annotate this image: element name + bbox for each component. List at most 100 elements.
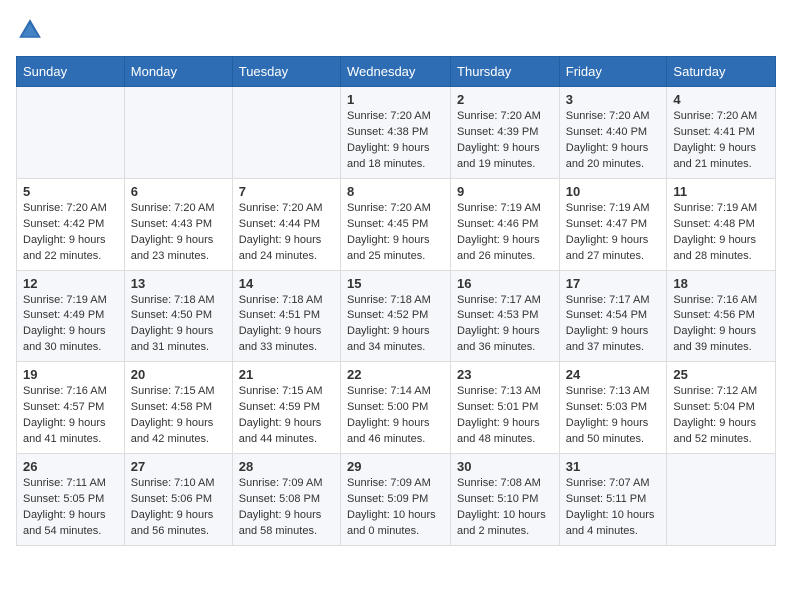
day-number: 5 [23, 184, 118, 199]
cell-content: Sunrise: 7:19 AMSunset: 4:47 PMDaylight:… [566, 201, 661, 265]
cell-text-line: Daylight: 9 hours and 21 minutes. [673, 141, 769, 173]
day-number: 1 [347, 92, 444, 107]
page-header [16, 16, 776, 44]
day-number: 18 [673, 276, 769, 291]
cell-content: Sunrise: 7:20 AMSunset: 4:40 PMDaylight:… [566, 109, 661, 173]
calendar-cell: 30 Sunrise: 7:08 AMSunset: 5:10 PMDayligh… [451, 454, 560, 546]
cell-content: Sunrise: 7:11 AMSunset: 5:05 PMDaylight:… [23, 476, 118, 540]
calendar-week-row: 12Sunrise: 7:19 AMSunset: 4:49 PMDayligh… [17, 270, 776, 362]
calendar-cell [667, 454, 776, 546]
day-of-week-header: Thursday [451, 57, 560, 87]
cell-text-line: Sunrise: 7:14 AM [347, 384, 444, 400]
calendar-cell: 20Sunrise: 7:15 AMSunset: 4:58 PMDayligh… [124, 362, 232, 454]
calendar-cell [232, 87, 340, 179]
cell-content: Sunrise: 7:08 AMSunset: 5:10 PMDaylight:… [457, 476, 553, 540]
cell-text-line: Sunrise: 7:11 AM [23, 476, 118, 492]
cell-text-line: Daylight: 9 hours and 44 minutes. [239, 416, 334, 448]
cell-text-line: Sunset: 5:00 PM [347, 400, 444, 416]
calendar-cell: 18 Sunrise: 7:16 AMSunset: 4:56 PMDayligh… [667, 270, 776, 362]
cell-text-line: Sunrise: 7:17 AM [457, 293, 553, 309]
calendar-cell: 29Sunrise: 7:09 AMSunset: 5:09 PMDayligh… [341, 454, 451, 546]
day-number: 21 [239, 367, 334, 382]
cell-text-line: Sunrise: 7:18 AM [347, 293, 444, 309]
calendar-cell: 16Sunrise: 7:17 AMSunset: 4:53 PMDayligh… [451, 270, 560, 362]
cell-text-line: Sunset: 4:38 PM [347, 125, 444, 141]
cell-text-line: Sunset: 4:49 PM [23, 308, 118, 324]
cell-text-line: Sunrise: 7:20 AM [239, 201, 334, 217]
cell-content: Sunrise: 7:20 AMSunset: 4:38 PMDaylight:… [347, 109, 444, 173]
cell-text-line: Sunset: 4:56 PM [673, 308, 769, 324]
cell-text-line: Sunrise: 7:12 AM [673, 384, 769, 400]
cell-text-line: Daylight: 9 hours and 18 minutes. [347, 141, 444, 173]
day-of-week-header: Wednesday [341, 57, 451, 87]
cell-text-line: Sunrise: 7:19 AM [566, 201, 661, 217]
calendar-week-row: 26 Sunrise: 7:11 AMSunset: 5:05 PMDayligh… [17, 454, 776, 546]
calendar-cell: 14 Sunrise: 7:18 AMSunset: 4:51 PMDayligh… [232, 270, 340, 362]
cell-content: Sunrise: 7:20 AMSunset: 4:41 PMDaylight:… [673, 109, 769, 173]
cell-text-line: Daylight: 9 hours and 20 minutes. [566, 141, 661, 173]
cell-text-line: Sunrise: 7:09 AM [347, 476, 444, 492]
cell-text-line: Daylight: 9 hours and 56 minutes. [131, 508, 226, 540]
day-number: 25 [673, 367, 769, 382]
cell-text-line: Sunrise: 7:20 AM [131, 201, 226, 217]
cell-text-line: Sunset: 4:57 PM [23, 400, 118, 416]
cell-content: Sunrise: 7:07 AMSunset: 5:11 PMDaylight:… [566, 476, 661, 540]
calendar-cell: 26 Sunrise: 7:11 AMSunset: 5:05 PMDayligh… [17, 454, 125, 546]
day-number: 6 [131, 184, 226, 199]
day-number: 14 [239, 276, 334, 291]
calendar-cell: 1 Sunrise: 7:20 AMSunset: 4:38 PMDaylight… [341, 87, 451, 179]
cell-text-line: Sunrise: 7:15 AM [239, 384, 334, 400]
cell-text-line: Sunset: 5:04 PM [673, 400, 769, 416]
cell-text-line: Sunrise: 7:20 AM [457, 109, 553, 125]
cell-text-line: Sunrise: 7:16 AM [673, 293, 769, 309]
cell-text-line: Sunrise: 7:20 AM [566, 109, 661, 125]
cell-text-line: Sunset: 5:11 PM [566, 492, 661, 508]
cell-text-line: Sunrise: 7:13 AM [457, 384, 553, 400]
calendar-week-row: 19 Sunrise: 7:16 AMSunset: 4:57 PMDayligh… [17, 362, 776, 454]
cell-text-line: Daylight: 9 hours and 36 minutes. [457, 324, 553, 356]
cell-text-line: Sunset: 4:43 PM [131, 217, 226, 233]
cell-text-line: Sunset: 4:53 PM [457, 308, 553, 324]
cell-text-line: Sunset: 5:10 PM [457, 492, 553, 508]
cell-text-line: Daylight: 9 hours and 37 minutes. [566, 324, 661, 356]
day-number: 24 [566, 367, 661, 382]
cell-text-line: Sunrise: 7:07 AM [566, 476, 661, 492]
cell-content: Sunrise: 7:18 AMSunset: 4:51 PMDaylight:… [239, 293, 334, 357]
cell-content: Sunrise: 7:20 AMSunset: 4:43 PMDaylight:… [131, 201, 226, 265]
cell-text-line: Daylight: 9 hours and 39 minutes. [673, 324, 769, 356]
cell-text-line: Sunset: 4:47 PM [566, 217, 661, 233]
cell-text-line: Sunrise: 7:17 AM [566, 293, 661, 309]
calendar-table: SundayMondayTuesdayWednesdayThursdayFrid… [16, 56, 776, 546]
cell-content: Sunrise: 7:19 AMSunset: 4:48 PMDaylight:… [673, 201, 769, 265]
day-of-week-header: Saturday [667, 57, 776, 87]
cell-text-line: Sunset: 4:50 PM [131, 308, 226, 324]
cell-content: Sunrise: 7:14 AMSunset: 5:00 PMDaylight:… [347, 384, 444, 448]
cell-content: Sunrise: 7:10 AMSunset: 5:06 PMDaylight:… [131, 476, 226, 540]
day-number: 12 [23, 276, 118, 291]
cell-content: Sunrise: 7:13 AMSunset: 5:03 PMDaylight:… [566, 384, 661, 448]
cell-text-line: Sunrise: 7:19 AM [23, 293, 118, 309]
calendar-cell: 31 Sunrise: 7:07 AMSunset: 5:11 PMDayligh… [559, 454, 667, 546]
calendar-cell: 21Sunrise: 7:15 AMSunset: 4:59 PMDayligh… [232, 362, 340, 454]
cell-content: Sunrise: 7:18 AMSunset: 4:50 PMDaylight:… [131, 293, 226, 357]
cell-text-line: Daylight: 9 hours and 48 minutes. [457, 416, 553, 448]
calendar-cell: 11Sunrise: 7:19 AMSunset: 4:48 PMDayligh… [667, 178, 776, 270]
cell-text-line: Sunset: 4:45 PM [347, 217, 444, 233]
cell-content: Sunrise: 7:20 AMSunset: 4:45 PMDaylight:… [347, 201, 444, 265]
day-number: 31 [566, 459, 661, 474]
cell-text-line: Sunset: 5:09 PM [347, 492, 444, 508]
cell-text-line: Daylight: 9 hours and 26 minutes. [457, 233, 553, 265]
day-number: 26 [23, 459, 118, 474]
cell-content: Sunrise: 7:17 AMSunset: 4:54 PMDaylight:… [566, 293, 661, 357]
cell-text-line: Daylight: 9 hours and 30 minutes. [23, 324, 118, 356]
day-number: 19 [23, 367, 118, 382]
day-number: 30 [457, 459, 553, 474]
cell-content: Sunrise: 7:16 AMSunset: 4:57 PMDaylight:… [23, 384, 118, 448]
day-number: 28 [239, 459, 334, 474]
day-number: 2 [457, 92, 553, 107]
calendar-cell: 6 Sunrise: 7:20 AMSunset: 4:43 PMDaylight… [124, 178, 232, 270]
cell-text-line: Sunrise: 7:08 AM [457, 476, 553, 492]
cell-text-line: Sunset: 4:44 PM [239, 217, 334, 233]
cell-content: Sunrise: 7:15 AMSunset: 4:58 PMDaylight:… [131, 384, 226, 448]
cell-text-line: Daylight: 9 hours and 23 minutes. [131, 233, 226, 265]
